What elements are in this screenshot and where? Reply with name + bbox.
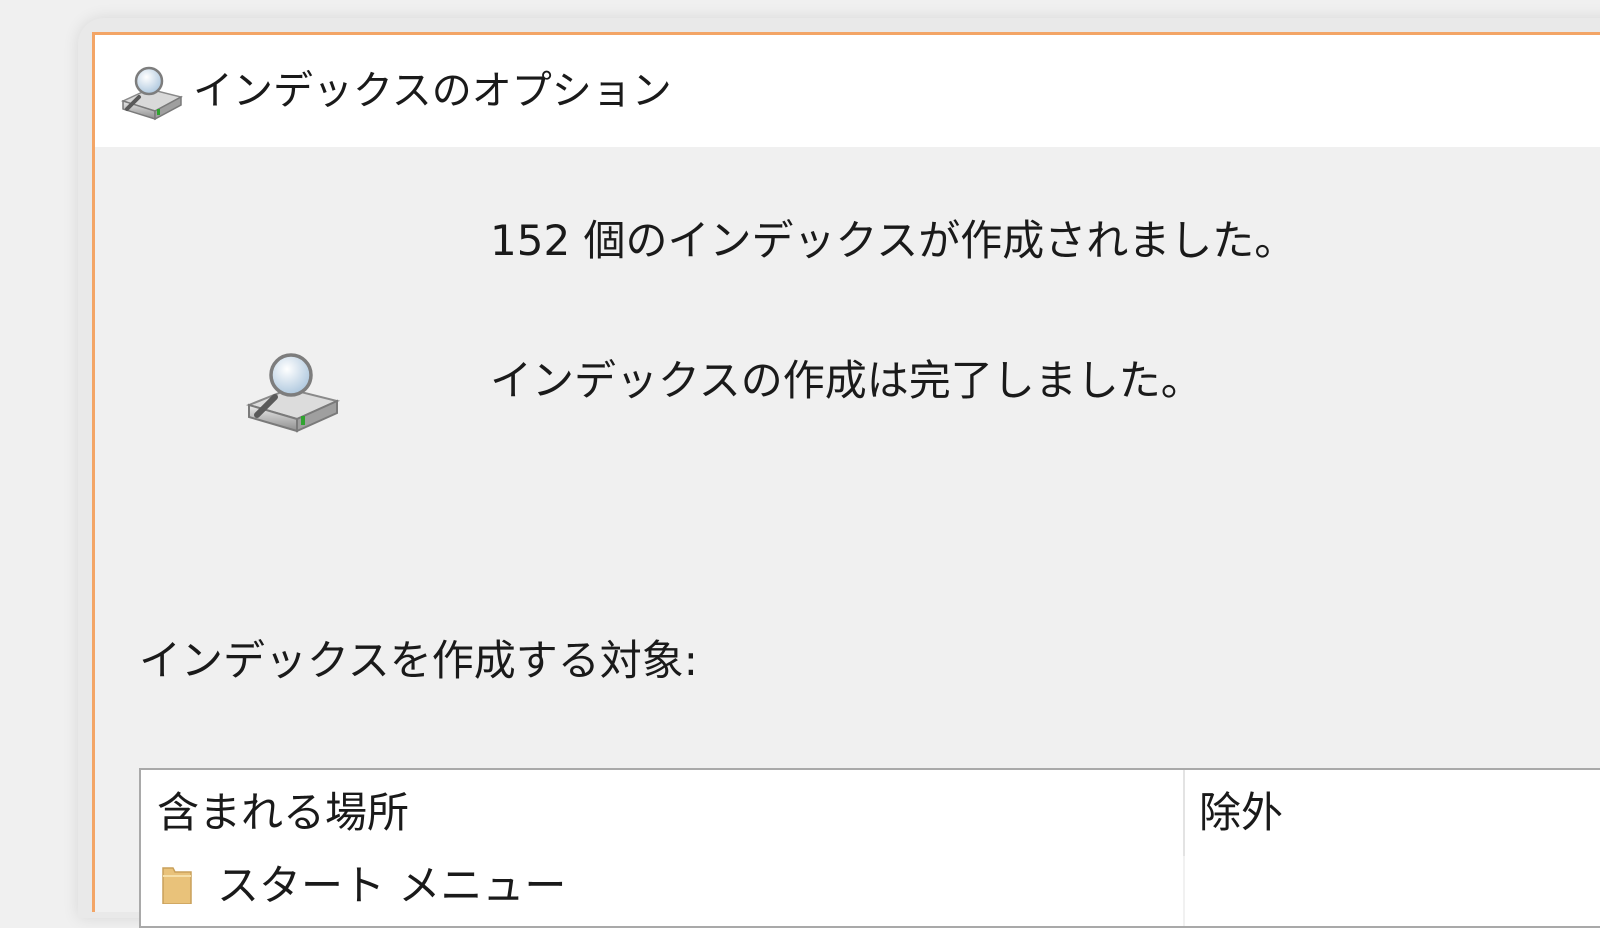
desktop: インデックスのオプション 152 個のインデックスが作成されました。 インデック… (0, 0, 1600, 928)
title-bar[interactable]: インデックスのオプション (95, 35, 1600, 147)
list-item-label: スタート メニュー (217, 861, 567, 910)
indexing-state-message: インデックスの作成は完了しました。 (490, 356, 1203, 405)
index-locations-list[interactable]: 含まれる場所 除外 スタート メニュー (139, 768, 1600, 928)
indexed-count-message: 152 個のインデックスが作成されました。 (490, 216, 1297, 265)
list-item[interactable]: スタート メニュー (141, 856, 1185, 926)
window-title: インデックスのオプション (193, 68, 672, 114)
index-locations-label: インデックスを作成する対象: (139, 636, 698, 685)
indexing-options-window: インデックスのオプション 152 個のインデックスが作成されました。 インデック… (92, 32, 1600, 928)
folder-icon (161, 864, 193, 905)
column-header-excluded[interactable]: 除外 (1185, 770, 1600, 856)
column-header-included[interactable]: 含まれる場所 (141, 770, 1185, 856)
indexing-drive-icon (119, 65, 184, 121)
indexing-drive-icon (243, 351, 343, 435)
